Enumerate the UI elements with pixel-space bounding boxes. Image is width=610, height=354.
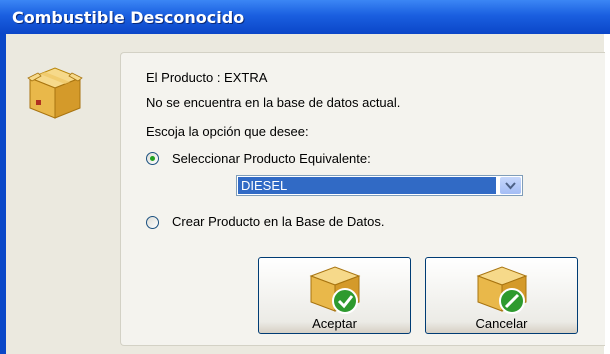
radio-selected-dot bbox=[150, 156, 155, 161]
choose-prompt: Escoja la opción que desee: bbox=[146, 124, 309, 139]
product-select-value: DIESEL bbox=[238, 177, 496, 194]
not-found-message: No se encuentra en la base de datos actu… bbox=[146, 95, 401, 110]
equivalent-product-radio[interactable] bbox=[146, 152, 159, 165]
create-product-label[interactable]: Crear Producto en la Base de Datos. bbox=[172, 214, 384, 229]
package-check-icon bbox=[309, 266, 361, 314]
accept-button[interactable]: Aceptar bbox=[258, 257, 411, 334]
chevron-down-icon[interactable] bbox=[500, 177, 521, 194]
create-product-radio[interactable] bbox=[146, 216, 159, 229]
equivalent-product-label[interactable]: Seleccionar Producto Equivalente: bbox=[172, 151, 371, 166]
accept-label: Aceptar bbox=[312, 316, 357, 331]
dialog-window: Combustible Desconocido El Producto : EX… bbox=[0, 0, 610, 354]
product-label: El Producto : EXTRA bbox=[146, 70, 268, 85]
package-cancel-icon bbox=[476, 266, 528, 314]
window-title: Combustible Desconocido bbox=[12, 8, 245, 27]
cancel-label: Cancelar bbox=[475, 316, 528, 331]
package-box-icon bbox=[24, 60, 86, 122]
product-select[interactable]: DIESEL bbox=[236, 175, 523, 196]
title-bar[interactable]: Combustible Desconocido bbox=[0, 0, 610, 34]
cancel-button[interactable]: Cancelar bbox=[425, 257, 578, 334]
